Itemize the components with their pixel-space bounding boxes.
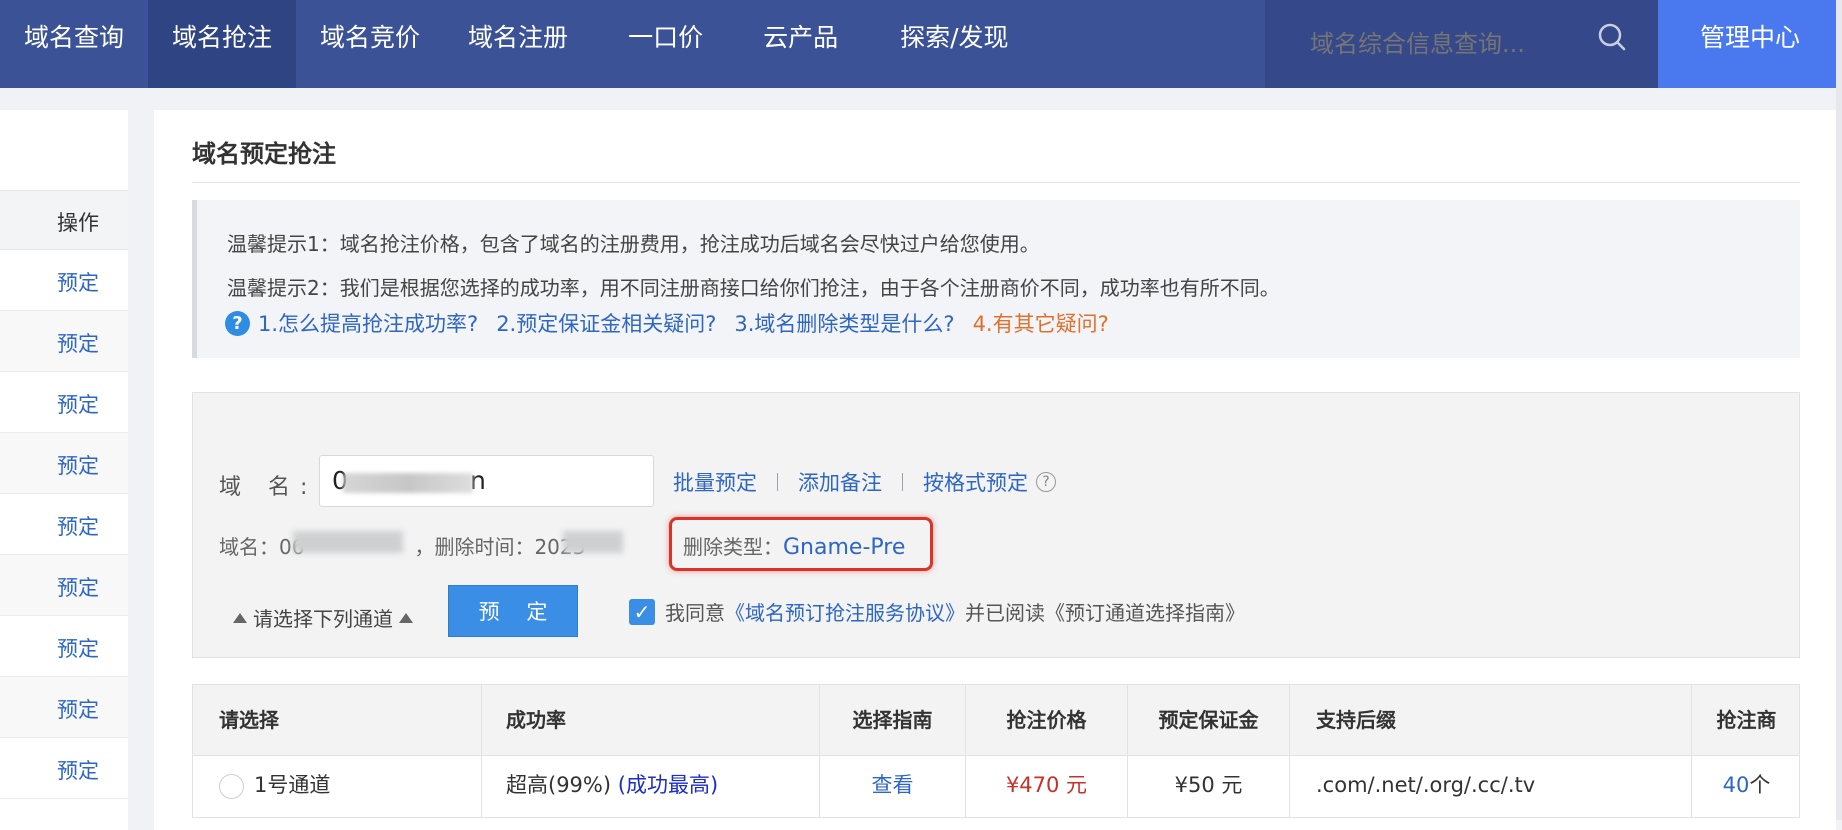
agree-suffix: 并已阅读《预订通道选择指南》	[965, 601, 1245, 625]
info-delete-time: ，删除时间：2023	[414, 535, 586, 559]
faq-link-success-rate[interactable]: 1.怎么提高抢注成功率?	[258, 308, 478, 338]
redacted-domain	[343, 473, 473, 493]
main-card: 域名预定抢注 温馨提示1：域名抢注价格，包含了域名的注册费用，抢注成功后域名会尽…	[154, 110, 1836, 830]
table-row: 预定	[0, 433, 128, 494]
faq-link-delete-type[interactable]: 3.域名删除类型是什么?	[734, 308, 954, 338]
redacted-domain-info	[293, 531, 403, 553]
help-icon[interactable]: ?	[1036, 472, 1056, 492]
reserve-link[interactable]: 预定	[57, 694, 99, 724]
info-domain: 域名：06	[219, 535, 305, 559]
left-table-panel: 操作 预定 预定 预定 预定 预定 预定 预定 预定 预定	[0, 110, 128, 830]
agree-checkbox[interactable]: ✓	[629, 598, 655, 625]
question-icon: ?	[225, 310, 250, 336]
table-row: 预定	[0, 372, 128, 433]
reserve-form: 域 名: 0 n 批量预定 添加备注 按格式预定 ? 域名：06 ，删除时间：20…	[192, 392, 1800, 658]
registrar-unit: 个	[1749, 773, 1771, 797]
nav-explore[interactable]: 探索/发现	[876, 0, 1032, 88]
table-row: 预定	[0, 616, 128, 677]
search-input[interactable]	[1310, 30, 1550, 58]
operation-header: 操作	[57, 211, 99, 235]
service-agreement-link[interactable]: 《域名预订抢注服务协议》	[725, 597, 965, 626]
table-row: 预定	[0, 738, 128, 799]
deposit-cell: ¥50 元	[1127, 756, 1289, 818]
reserve-link[interactable]: 预定	[57, 389, 99, 419]
triangle-up-icon	[399, 612, 413, 623]
table-row: 1号通道 超高(99%) (成功最高) 查看 ¥470 元 ¥50 元 .com…	[192, 756, 1800, 818]
nav-domain-register[interactable]: 域名注册	[444, 0, 592, 88]
table-row: 预定	[0, 677, 128, 738]
delete-type-value: Gname-Pre	[783, 535, 906, 560]
admin-center-button[interactable]: 管理中心	[1658, 0, 1842, 88]
reserve-button[interactable]: 预 定	[448, 585, 578, 637]
channel-select-label: 请选择下列通道	[253, 607, 393, 631]
table-row: 预定	[0, 311, 128, 372]
reserve-link[interactable]: 预定	[57, 755, 99, 785]
channel-select-toggle[interactable]: 请选择下列通道	[227, 603, 419, 632]
header-guide: 选择指南	[819, 685, 965, 757]
domain-label: 域 名:	[219, 475, 318, 500]
title-divider	[192, 182, 1800, 183]
reserve-link[interactable]: 预定	[57, 511, 99, 541]
channel-table-header: 请选择 成功率 选择指南 抢注价格 预定保证金 支持后缀 抢注商	[192, 684, 1801, 757]
header-registrar: 抢注商	[1691, 685, 1801, 757]
table-row: 预定	[0, 555, 128, 616]
channel-name: 1号通道	[254, 773, 331, 797]
reserve-link[interactable]: 预定	[57, 572, 99, 602]
table-row: 预定	[0, 494, 128, 555]
suffixes-cell: .com/.net/.org/.cc/.tv	[1289, 756, 1691, 818]
nav-domain-auction[interactable]: 域名竞价	[296, 0, 444, 88]
nav-domain-snatch[interactable]: 域名抢注	[148, 0, 297, 88]
nav-fixed-price[interactable]: 一口价	[592, 0, 739, 88]
header-price: 抢注价格	[965, 685, 1127, 757]
header-success-rate: 成功率	[481, 685, 566, 757]
add-note-link[interactable]: 添加备注	[798, 467, 882, 497]
triangle-up-icon	[233, 612, 247, 623]
format-reserve-link[interactable]: 按格式预定	[923, 467, 1028, 497]
link-separator	[777, 473, 778, 491]
nav-domain-query[interactable]: 域名查询	[0, 0, 148, 88]
redacted-delete-time	[563, 531, 623, 553]
faq-link-deposit[interactable]: 2.预定保证金相关疑问?	[496, 308, 716, 338]
delete-type-label: 删除类型：	[683, 535, 783, 559]
channel-radio[interactable]	[219, 773, 244, 799]
nav-cloud-products[interactable]: 云产品	[739, 0, 876, 88]
header-select: 请选择	[219, 708, 279, 732]
registrar-count-link[interactable]: 40	[1723, 773, 1750, 797]
price-cell: ¥470 元	[965, 756, 1127, 818]
view-guide-link[interactable]: 查看	[872, 773, 914, 797]
success-rate-note: (成功最高)	[617, 773, 719, 797]
link-separator	[902, 473, 903, 491]
reserve-link[interactable]: 预定	[57, 267, 99, 297]
reserve-link[interactable]: 预定	[57, 328, 99, 358]
tips-panel: 温馨提示1：域名抢注价格，包含了域名的注册费用，抢注成功后域名会尽快过户给您使用…	[192, 200, 1800, 358]
faq-links: ? 1.怎么提高抢注成功率? 2.预定保证金相关疑问? 3.域名删除类型是什么?…	[225, 308, 1127, 338]
success-rate-cell: 超高(99%) (成功最高)	[481, 756, 718, 818]
batch-reserve-link[interactable]: 批量预定	[673, 467, 757, 497]
header-deposit: 预定保证金	[1127, 685, 1289, 757]
reserve-link[interactable]: 预定	[57, 450, 99, 480]
channel-option[interactable]: 1号通道	[219, 756, 330, 818]
delete-type: 删除类型：Gname-Pre	[683, 531, 905, 560]
agree-prefix: 我同意	[665, 601, 725, 625]
page-edge	[1836, 0, 1842, 820]
header-suffixes: 支持后缀	[1289, 685, 1691, 757]
reserve-link[interactable]: 预定	[57, 633, 99, 663]
page-title: 域名预定抢注	[192, 140, 336, 168]
success-rate: 超高(99%)	[506, 773, 612, 797]
registrar-cell: 40个	[1691, 756, 1801, 818]
guide-cell: 查看	[819, 756, 965, 818]
tip-2: 温馨提示2：我们是根据您选择的成功率，用不同注册商接口给你们抢注，由于各个注册商…	[227, 276, 1280, 300]
table-row: 预定	[0, 250, 128, 311]
left-table-header: 操作	[0, 190, 128, 250]
agreement: ✓ 我同意 《域名预订抢注服务协议》 并已阅读《预订通道选择指南》	[629, 597, 1245, 626]
search-icon[interactable]	[1597, 22, 1627, 52]
tip-1: 温馨提示1：域名抢注价格，包含了域名的注册费用，抢注成功后域名会尽快过户给您使用…	[227, 232, 1040, 256]
form-links: 批量预定 添加备注 按格式预定 ?	[673, 467, 1056, 497]
faq-link-other[interactable]: 4.有其它疑问?	[973, 308, 1109, 338]
